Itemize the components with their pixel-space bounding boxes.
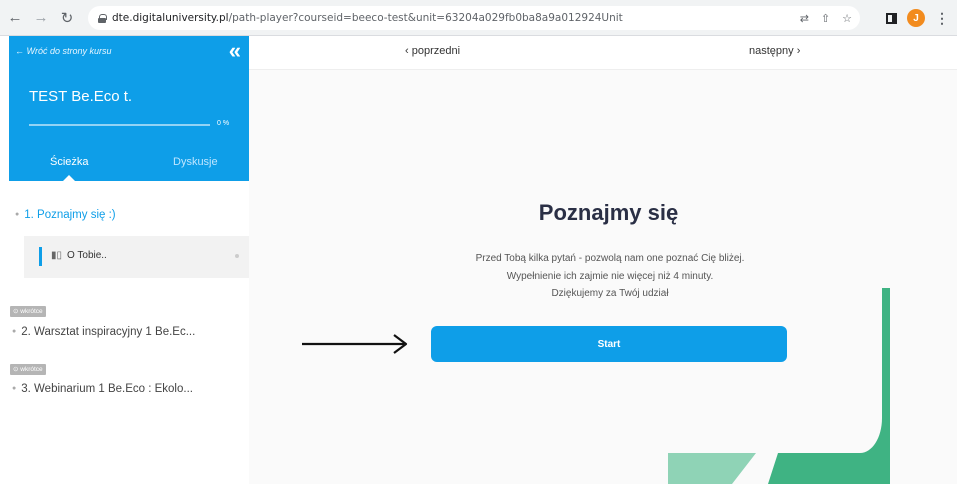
star-icon[interactable]: ☆ <box>842 12 852 25</box>
translate-icon[interactable]: ⇄ <box>800 12 809 25</box>
share-icon[interactable]: ⇧ <box>821 12 830 25</box>
bullet-icon: ● <box>12 385 17 393</box>
progress-percent: 0 % <box>217 120 230 127</box>
side-panel-icon[interactable] <box>886 12 897 24</box>
sidebar-header: ← Wróć do strony kursu « TEST Be.Eco t. … <box>9 36 249 181</box>
lock-icon[interactable] <box>98 13 107 23</box>
page-title: Poznajmy się <box>538 200 679 225</box>
description-line: Dziękujemy za Twój udział <box>551 288 669 299</box>
previous-link[interactable]: ‹ poprzedni <box>405 45 460 57</box>
profile-avatar[interactable]: J <box>907 9 925 27</box>
active-unit-marker <box>39 247 42 266</box>
section-item-3[interactable]: ● 3. Webinarium 1 Be.Eco : Ekolo... <box>12 383 193 395</box>
deco-shape-dark <box>768 288 890 484</box>
unit-navigation: ‹ poprzedni następny › <box>249 36 957 70</box>
forward-arrow-icon[interactable]: → <box>30 7 52 29</box>
unit-item[interactable]: ▮▯ O Tobie.. <box>24 236 249 278</box>
back-arrow-icon[interactable]: ← <box>4 7 26 29</box>
coming-soon-badge: ⊙ wkrótce <box>10 364 46 375</box>
unit-label: O Tobie.. <box>67 250 107 261</box>
section-item-1[interactable]: ● 1. Poznajmy się :) <box>15 209 116 221</box>
chart-icon: ▮▯ <box>51 250 63 261</box>
url-path: /path-player?courseid=beeco-test&unit=63… <box>228 12 623 24</box>
active-tab-indicator <box>63 175 75 181</box>
intro-description: Przed Tobą kilka pytań - pozwolą nam one… <box>420 250 800 303</box>
course-title: TEST Be.Eco t. <box>29 88 133 105</box>
browser-extensions: J ⋮ <box>886 6 949 30</box>
coming-soon-badge: ⊙ wkrótce <box>10 306 46 317</box>
back-to-course-link[interactable]: ← Wróć do strony kursu <box>15 46 112 56</box>
pointing-arrow-icon <box>302 334 408 354</box>
course-sidebar: ← Wróć do strony kursu « TEST Be.Eco t. … <box>0 36 249 484</box>
reload-icon[interactable]: ↻ <box>56 7 78 29</box>
section-item-2[interactable]: ● 2. Warsztat inspiracyjny 1 Be.Ec... <box>12 326 195 338</box>
address-bar[interactable]: dte.digitaluniversity.pl/path-player?cou… <box>88 6 860 30</box>
section-label: 2. Warsztat inspiracyjny 1 Be.Ec... <box>21 326 196 338</box>
sidebar-tabs: Ścieżka Dyskusje <box>9 156 249 181</box>
section-label: 3. Webinarium 1 Be.Eco : Ekolo... <box>21 383 193 395</box>
url-domain: dte.digitaluniversity.pl <box>112 12 229 24</box>
description-line: Wypełnienie ich zajmie nie więcej niż 4 … <box>506 270 714 282</box>
next-link[interactable]: następny › <box>749 45 800 57</box>
status-dot-icon <box>235 254 239 258</box>
description-line: Przed Tobą kilka pytań - pozwolą nam one… <box>475 253 745 264</box>
course-progress-bar <box>29 124 210 126</box>
collapse-sidebar-icon[interactable]: « <box>229 38 241 64</box>
bullet-icon: ● <box>15 211 20 219</box>
deco-shape-light <box>668 453 756 484</box>
bullet-icon: ● <box>12 328 17 336</box>
section-label: 1. Poznajmy się :) <box>24 209 116 221</box>
start-button[interactable]: Start <box>431 326 787 362</box>
browser-toolbar: ← → ↻ dte.digitaluniversity.pl/path-play… <box>0 0 957 36</box>
kebab-menu-icon[interactable]: ⋮ <box>935 10 949 27</box>
omnibox-actions: ⇄ ⇧ ☆ <box>800 6 852 30</box>
tab-discussions[interactable]: Dyskusje <box>173 156 218 168</box>
tab-path[interactable]: Ścieżka <box>50 156 89 168</box>
decorative-shapes <box>668 288 890 484</box>
